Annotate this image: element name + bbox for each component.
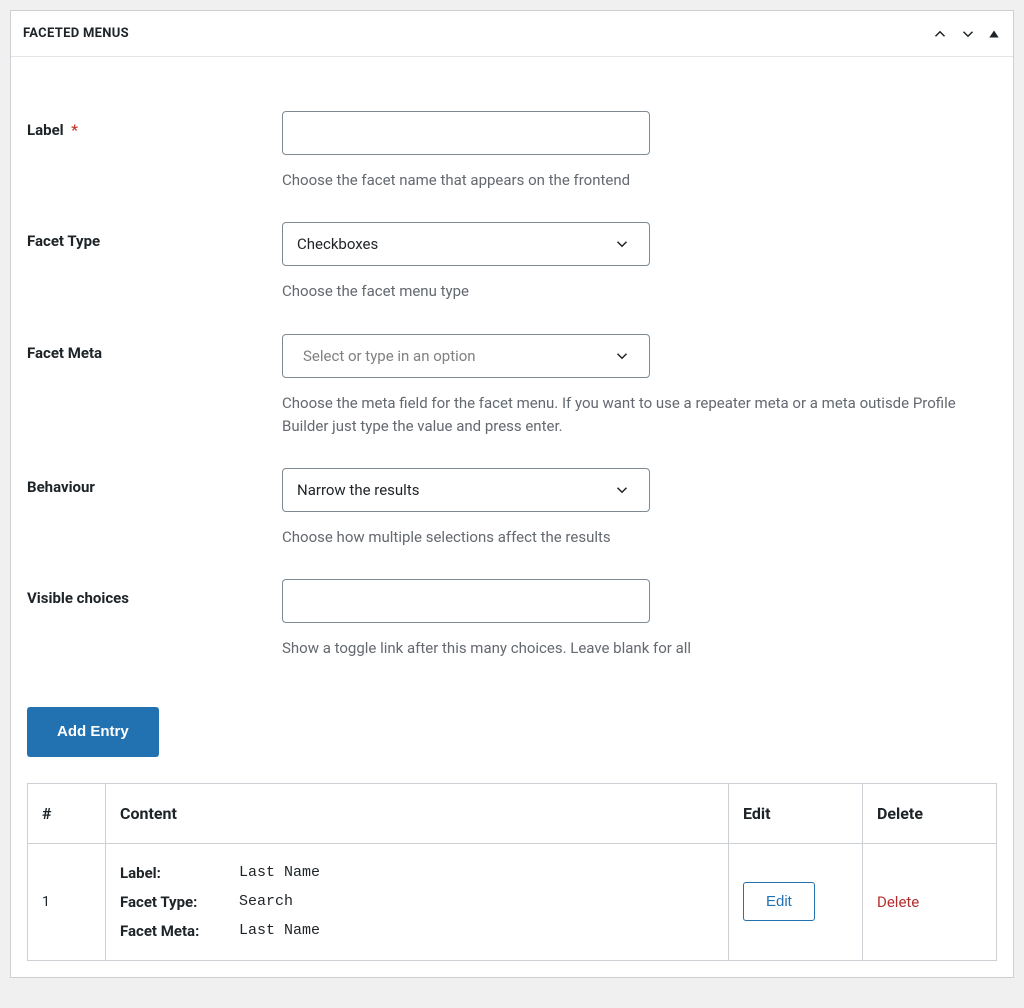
move-down-icon[interactable] bbox=[959, 25, 977, 43]
required-asterisk: * bbox=[71, 121, 78, 139]
content-type-val: Search bbox=[239, 893, 714, 911]
metabox-body: Label * Choose the facet name that appea… bbox=[11, 57, 1013, 977]
label-input[interactable] bbox=[282, 111, 650, 155]
visible-choices-input[interactable] bbox=[282, 579, 650, 623]
row-delete-cell: Delete bbox=[863, 843, 997, 960]
row-label: Label * Choose the facet name that appea… bbox=[27, 71, 997, 192]
visible-choices-help: Show a toggle link after this many choic… bbox=[282, 637, 972, 660]
edit-button[interactable]: Edit bbox=[743, 882, 815, 921]
facet-meta-help: Choose the meta field for the facet menu… bbox=[282, 392, 972, 439]
row-content: Label: Last Name Facet Type: Search Face… bbox=[106, 843, 729, 960]
facet-meta-placeholder: Select or type in an option bbox=[297, 347, 476, 365]
behaviour-select[interactable]: Narrow the results bbox=[282, 468, 650, 512]
row-edit-cell: Edit bbox=[729, 843, 863, 960]
field-facet-meta-col: Select or type in an option Choose the m… bbox=[282, 334, 997, 439]
row-facet-type: Facet Type Checkboxes Choose the facet m… bbox=[27, 192, 997, 303]
row-facet-meta: Facet Meta Select or type in an option C… bbox=[27, 304, 997, 439]
facet-type-select[interactable]: Checkboxes bbox=[282, 222, 650, 266]
facet-type-help: Choose the facet menu type bbox=[282, 280, 972, 303]
move-up-icon[interactable] bbox=[931, 25, 949, 43]
behaviour-selected: Narrow the results bbox=[297, 481, 419, 499]
metabox-header: FACETED MENUS bbox=[11, 11, 1013, 57]
entries-header-row: # Content Edit Delete bbox=[28, 783, 997, 843]
facet-meta-select[interactable]: Select or type in an option bbox=[282, 334, 650, 378]
collapse-toggle-icon[interactable] bbox=[987, 27, 1001, 41]
content-meta-key: Facet Meta: bbox=[120, 922, 235, 940]
chevron-down-icon bbox=[613, 347, 635, 365]
header-delete: Delete bbox=[863, 783, 997, 843]
field-behaviour-col: Narrow the results Choose how multiple s… bbox=[282, 468, 997, 549]
facet-type-label: Facet Type bbox=[27, 222, 282, 303]
content-type-key: Facet Type: bbox=[120, 893, 235, 911]
field-label-col: Choose the facet name that appears on th… bbox=[282, 111, 997, 192]
content-meta-val: Last Name bbox=[239, 922, 714, 940]
entries-table: # Content Edit Delete 1 Label: Last Name… bbox=[27, 783, 997, 961]
delete-link[interactable]: Delete bbox=[877, 893, 919, 911]
metabox-title: FACETED MENUS bbox=[23, 26, 129, 41]
metabox-handle-actions bbox=[931, 25, 1001, 43]
label-label: Label * bbox=[27, 111, 282, 192]
visible-choices-label: Visible choices bbox=[27, 579, 282, 660]
chevron-down-icon bbox=[613, 235, 635, 253]
behaviour-label: Behaviour bbox=[27, 468, 282, 549]
field-visible-choices-col: Show a toggle link after this many choic… bbox=[282, 579, 997, 660]
row-num: 1 bbox=[28, 843, 106, 960]
behaviour-help: Choose how multiple selections affect th… bbox=[282, 526, 972, 549]
faceted-menus-metabox: FACETED MENUS Label * Choose the facet n… bbox=[10, 10, 1014, 978]
add-entry-button[interactable]: Add Entry bbox=[27, 707, 159, 757]
label-text: Label bbox=[27, 121, 64, 139]
content-label-key: Label: bbox=[120, 864, 235, 882]
table-row: 1 Label: Last Name Facet Type: Search Fa… bbox=[28, 843, 997, 960]
chevron-down-icon bbox=[613, 481, 635, 499]
row-behaviour: Behaviour Narrow the results Choose how … bbox=[27, 438, 997, 549]
facet-type-selected: Checkboxes bbox=[297, 235, 378, 253]
field-facet-type-col: Checkboxes Choose the facet menu type bbox=[282, 222, 997, 303]
header-num: # bbox=[28, 783, 106, 843]
content-props: Label: Last Name Facet Type: Search Face… bbox=[120, 864, 714, 940]
header-content: Content bbox=[106, 783, 729, 843]
header-edit: Edit bbox=[729, 783, 863, 843]
facet-meta-label: Facet Meta bbox=[27, 334, 282, 439]
row-visible-choices: Visible choices Show a toggle link after… bbox=[27, 549, 997, 660]
label-help: Choose the facet name that appears on th… bbox=[282, 169, 972, 192]
content-label-val: Last Name bbox=[239, 864, 714, 882]
